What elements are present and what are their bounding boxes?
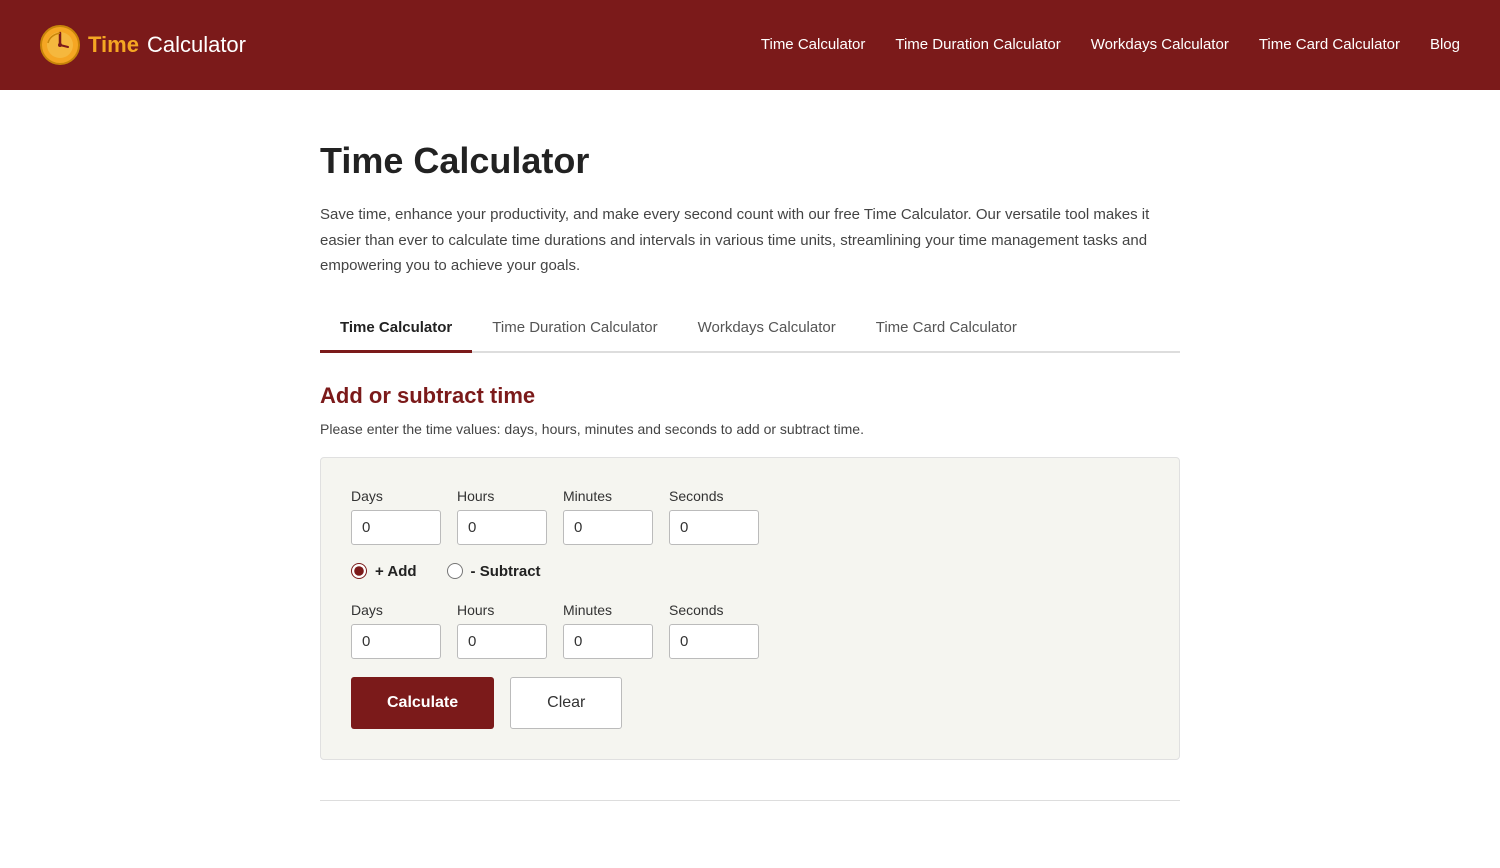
field-hours-1: Hours — [457, 488, 547, 545]
calculator-box: Days Hours Minutes Seconds + Add — [320, 457, 1180, 760]
seconds-input-2[interactable] — [669, 624, 759, 659]
radio-subtract-label: - Subtract — [471, 563, 541, 580]
radio-add-label: + Add — [375, 563, 417, 580]
field-seconds-1: Seconds — [669, 488, 759, 545]
clear-button[interactable]: Clear — [510, 677, 622, 729]
days-label-2: Days — [351, 602, 441, 618]
hours-label-1: Hours — [457, 488, 547, 504]
fields-row-2: Days Hours Minutes Seconds — [351, 602, 1149, 659]
tab-time-card[interactable]: Time Card Calculator — [856, 309, 1037, 353]
hours-input-2[interactable] — [457, 624, 547, 659]
field-minutes-1: Minutes — [563, 488, 653, 545]
hours-label-2: Hours — [457, 602, 547, 618]
field-days-1: Days — [351, 488, 441, 545]
field-seconds-2: Seconds — [669, 602, 759, 659]
radio-subtract-option[interactable]: - Subtract — [447, 563, 541, 580]
bottom-divider — [320, 800, 1180, 801]
logo-text-time: Time — [88, 32, 139, 58]
main-content: Time Calculator Save time, enhance your … — [300, 90, 1200, 841]
nav-link-workdays[interactable]: Workdays Calculator — [1091, 36, 1229, 53]
calculate-button[interactable]: Calculate — [351, 677, 494, 729]
logo-icon — [40, 25, 80, 65]
days-input-2[interactable] — [351, 624, 441, 659]
hours-input-1[interactable] — [457, 510, 547, 545]
radio-add-option[interactable]: + Add — [351, 563, 417, 580]
radio-add[interactable] — [351, 563, 367, 579]
logo[interactable]: Time Calculator — [40, 25, 246, 65]
seconds-input-1[interactable] — [669, 510, 759, 545]
nav-links: Time Calculator Time Duration Calculator… — [761, 36, 1460, 54]
tab-bar: Time Calculator Time Duration Calculator… — [320, 309, 1180, 353]
days-label-1: Days — [351, 488, 441, 504]
nav-link-time-duration[interactable]: Time Duration Calculator — [895, 36, 1060, 53]
seconds-label-2: Seconds — [669, 602, 759, 618]
minutes-label-1: Minutes — [563, 488, 653, 504]
section-title: Add or subtract time — [320, 383, 1180, 409]
field-hours-2: Hours — [457, 602, 547, 659]
radio-subtract[interactable] — [447, 563, 463, 579]
days-input-1[interactable] — [351, 510, 441, 545]
tab-workdays[interactable]: Workdays Calculator — [678, 309, 856, 353]
navbar: Time Calculator Time Calculator Time Dur… — [0, 0, 1500, 90]
logo-text-calc: Calculator — [147, 32, 246, 58]
section-description: Please enter the time values: days, hour… — [320, 421, 1180, 437]
radio-row: + Add - Subtract — [351, 563, 1149, 580]
minutes-input-1[interactable] — [563, 510, 653, 545]
field-minutes-2: Minutes — [563, 602, 653, 659]
fields-row-1: Days Hours Minutes Seconds — [351, 488, 1149, 545]
minutes-label-2: Minutes — [563, 602, 653, 618]
minutes-input-2[interactable] — [563, 624, 653, 659]
button-row: Calculate Clear — [351, 677, 1149, 729]
page-title: Time Calculator — [320, 140, 1180, 182]
nav-link-time-card[interactable]: Time Card Calculator — [1259, 36, 1400, 53]
page-description: Save time, enhance your productivity, an… — [320, 202, 1180, 279]
tab-time-duration[interactable]: Time Duration Calculator — [472, 309, 677, 353]
nav-link-time-calculator[interactable]: Time Calculator — [761, 36, 865, 53]
seconds-label-1: Seconds — [669, 488, 759, 504]
field-days-2: Days — [351, 602, 441, 659]
nav-link-blog[interactable]: Blog — [1430, 36, 1460, 53]
tab-time-calculator[interactable]: Time Calculator — [320, 309, 472, 353]
